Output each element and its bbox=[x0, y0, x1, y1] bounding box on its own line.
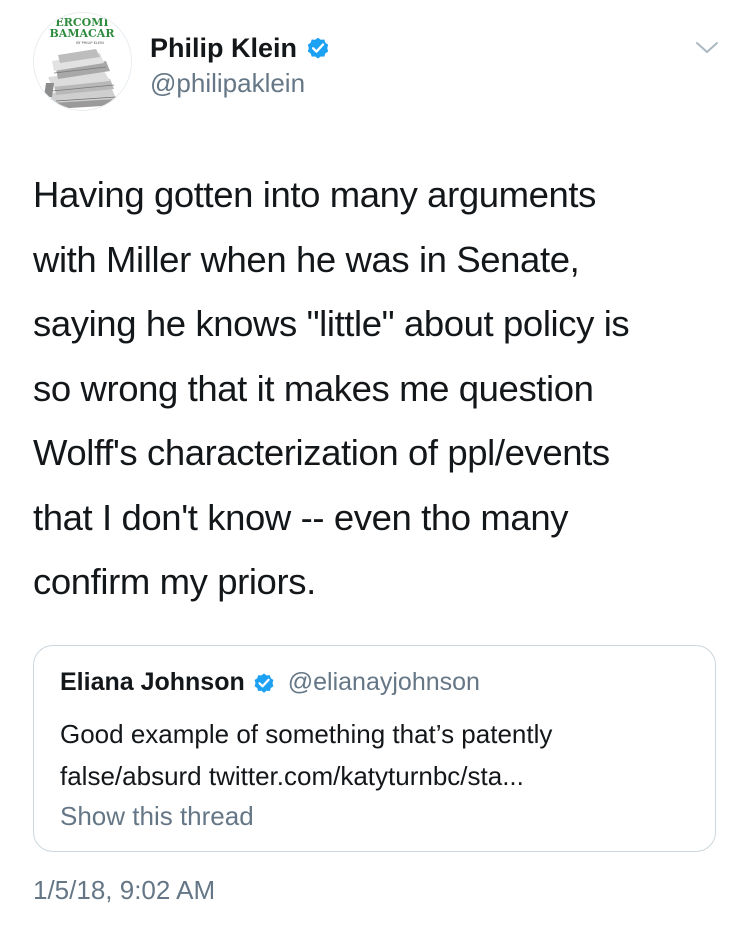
quoted-author-handle: @elianayjohnson bbox=[287, 668, 480, 696]
author-name-row[interactable]: Philip Klein bbox=[150, 30, 331, 66]
author-avatar[interactable]: ERCOMI BAMACAR BY PHILIP KLEIN bbox=[33, 12, 132, 111]
tweet-text-line: confirm my priors. bbox=[33, 561, 316, 602]
tweet-text: Having gotten into many arguments with M… bbox=[33, 163, 723, 615]
tweet-timestamp[interactable]: 1/5/18, 9:02 AM bbox=[33, 875, 215, 906]
author-handle[interactable]: @philipaklein bbox=[150, 68, 305, 99]
verified-badge-icon bbox=[252, 671, 276, 695]
tweet-text-line: saying he knows "little" about policy is bbox=[33, 303, 630, 344]
book-cover-avatar-icon: ERCOMI BAMACAR BY PHILIP KLEIN bbox=[34, 13, 131, 110]
quoted-tweet-text: Good example of something that’s patentl… bbox=[60, 713, 700, 797]
quoted-author-name: Eliana Johnson bbox=[60, 668, 245, 696]
avatar-cover-line-2: BAMACAR bbox=[50, 27, 116, 40]
verified-badge-icon bbox=[305, 35, 331, 61]
tweet-text-line: so wrong that it makes me question bbox=[33, 367, 594, 409]
show-thread-link[interactable]: Show this thread bbox=[60, 801, 254, 832]
quoted-tweet-card[interactable]: Eliana Johnson @elianayjohnson Good exam… bbox=[33, 645, 716, 852]
tweet-text-line: Having gotten into many arguments bbox=[33, 174, 597, 215]
tweet-menu-button[interactable] bbox=[692, 38, 722, 58]
tweet-text-line: Wolff's characterization of ppl/events bbox=[33, 432, 610, 473]
author-name[interactable]: Philip Klein bbox=[150, 33, 297, 64]
quoted-text-line: Good example of something that’s patentl… bbox=[60, 719, 553, 749]
chevron-down-icon bbox=[696, 42, 718, 53]
tweet-text-line: with Miller when he was in Senate, bbox=[33, 238, 580, 280]
avatar-cover-line-3: BY PHILIP KLEIN bbox=[76, 41, 104, 45]
quoted-tweet-header: Eliana Johnson @elianayjohnson bbox=[60, 668, 480, 697]
tweet-text-line: that I don't know -- even tho many bbox=[33, 496, 569, 538]
quoted-text-line: false/absurd twitter.com/katyturnbc/sta.… bbox=[60, 761, 524, 791]
